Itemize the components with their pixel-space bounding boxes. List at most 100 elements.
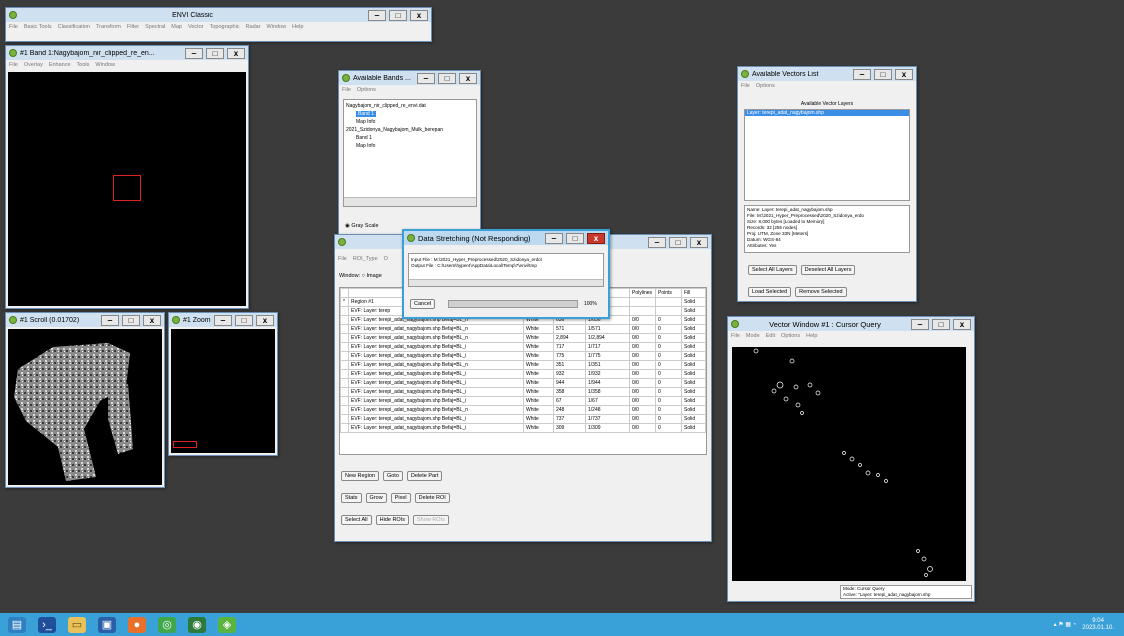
minimize-button[interactable]: ‒	[648, 236, 666, 248]
stats-button[interactable]: Stats	[341, 493, 362, 503]
table-row[interactable]: EVF: Layer: terepi_adat_nagybajom.shp Be…	[340, 405, 706, 415]
menu-enhance[interactable]: Enhance	[49, 62, 71, 68]
vector-layer-item[interactable]: Layer: terepi_adat_nagybajom.shp	[745, 110, 909, 116]
minimize-button[interactable]: ‒	[101, 314, 119, 326]
envi-icon[interactable]: ◉	[188, 616, 206, 633]
menu-options[interactable]: O	[384, 256, 388, 262]
file-explorer-icon[interactable]: ▭	[68, 616, 86, 633]
menu-topographic[interactable]: Topographic	[210, 24, 240, 30]
image-canvas[interactable]	[8, 72, 246, 306]
minimize-button[interactable]: ‒	[853, 68, 871, 80]
menu-file[interactable]: File	[9, 24, 18, 30]
clock[interactable]: 9:04 2023.01.10.	[1082, 618, 1114, 632]
maximize-button[interactable]: □	[932, 318, 950, 330]
server-manager-icon[interactable]: ▤	[8, 616, 26, 633]
table-row[interactable]: EVF: Layer: terepi_adat_nagybajom.shp Be…	[340, 369, 706, 379]
menu-filter[interactable]: Filter	[127, 24, 139, 30]
image-radio[interactable]: ○ Image	[362, 273, 382, 279]
table-row[interactable]: EVF: Layer: terepi_adat_nagybajom.shp Be…	[340, 396, 706, 406]
close-button[interactable]: x	[690, 236, 708, 248]
menu-file[interactable]: File	[342, 87, 351, 93]
table-row[interactable]: EVF: Layer: terepi_adat_nagybajom.shp Be…	[340, 324, 706, 334]
menu-spectral[interactable]: Spectral	[145, 24, 165, 30]
menu-vector[interactable]: Vector	[188, 24, 204, 30]
gray-scale-radio[interactable]: ◉ Gray Scale	[345, 223, 379, 229]
tree-file-1[interactable]: Nagybajom_nir_clipped_re_envi.dat	[346, 102, 474, 110]
load-selected-button[interactable]: Load Selected	[748, 287, 792, 297]
menu-classification[interactable]: Classification	[58, 24, 90, 30]
title-bar[interactable]: Available Vectors List ‒ □ x	[738, 67, 916, 81]
delete-roi-button[interactable]: Delete ROI	[414, 493, 450, 503]
maximize-button[interactable]: □	[874, 68, 892, 80]
minimize-button[interactable]: ‒	[911, 318, 929, 330]
close-button[interactable]: x	[143, 314, 161, 326]
maximize-button[interactable]: □	[566, 232, 584, 244]
menu-edit[interactable]: Edit	[766, 333, 775, 339]
close-button[interactable]: x	[227, 47, 245, 59]
menu-radar[interactable]: Radar	[246, 24, 261, 30]
pixel-button[interactable]: Pixel	[390, 493, 411, 503]
new-region-button[interactable]: New Region	[341, 471, 379, 481]
title-bar[interactable]: #1 Zoom [...‒□x	[169, 313, 277, 327]
minimize-button[interactable]: ‒	[545, 232, 563, 244]
title-bar[interactable]: #1 Band 1:Nagybajom_nir_clipped_re_en...…	[6, 46, 248, 60]
menu-file[interactable]: File	[9, 62, 18, 68]
cancel-button[interactable]: Cancel	[410, 299, 436, 309]
zoom-canvas[interactable]	[171, 329, 275, 453]
select-all-button[interactable]: Select All	[341, 515, 372, 525]
table-row[interactable]: EVF: Layer: terepi_adat_nagybajom.shp Be…	[340, 414, 706, 424]
firefox-icon[interactable]: ●	[128, 616, 146, 633]
table-row[interactable]: EVF: Layer: terepi_adat_nagybajom.shp Be…	[340, 378, 706, 388]
close-button[interactable]: x	[587, 232, 605, 244]
save-disk-icon[interactable]: ▣	[98, 616, 116, 633]
tree-file-2[interactable]: 2021_Szidonya_Nagybajom_Mulk_berepan	[346, 126, 474, 134]
menu-map[interactable]: Map	[171, 24, 182, 30]
menu-basic-tools[interactable]: Basic Tools	[24, 24, 52, 30]
maximize-button[interactable]: □	[669, 236, 687, 248]
tree-band[interactable]: Band 1	[346, 134, 474, 142]
menu-window[interactable]: Window	[95, 62, 115, 68]
close-button[interactable]: x	[459, 72, 477, 84]
menu-options[interactable]: Options	[781, 333, 800, 339]
menu-help[interactable]: Help	[806, 333, 817, 339]
zoom-box-indicator[interactable]	[113, 175, 141, 201]
maximize-button[interactable]: □	[122, 314, 140, 326]
table-row[interactable]: EVF: Layer: terepi_adat_nagybajom.shp Be…	[340, 333, 706, 343]
menu-mode[interactable]: Mode	[746, 333, 760, 339]
menu-file[interactable]: File	[338, 256, 347, 262]
maximize-button[interactable]: □	[389, 9, 407, 21]
menu-roi-type[interactable]: ROI_Type	[353, 256, 378, 262]
menu-options[interactable]: Options	[756, 83, 775, 89]
search-icon[interactable]: ◎	[158, 616, 176, 633]
menu-window[interactable]: Window	[267, 24, 287, 30]
close-button[interactable]: x	[953, 318, 971, 330]
table-row[interactable]: EVF: Layer: terepi_adat_nagybajom.shp Be…	[340, 342, 706, 352]
menu-help[interactable]: Help	[292, 24, 303, 30]
show-rois-button[interactable]: Show ROIs	[413, 515, 449, 525]
goto-button[interactable]: Goto	[382, 471, 403, 481]
tree-map-info[interactable]: Map Info	[346, 142, 474, 150]
table-row[interactable]: EVF: Layer: terepi_adat_nagybajom.shp Be…	[340, 387, 706, 397]
envi-classic-icon[interactable]: ◈	[218, 616, 236, 633]
menu-options[interactable]: Options	[357, 87, 376, 93]
title-bar[interactable]: ENVI Classic ‒ □ x	[6, 8, 431, 22]
remove-selected-button[interactable]: Remove Selected	[795, 287, 847, 297]
vector-canvas[interactable]	[732, 347, 966, 581]
delete-part-button[interactable]: Delete Part	[406, 471, 443, 481]
close-button[interactable]: x	[410, 9, 428, 21]
tree-map-info[interactable]: Map Info	[346, 118, 474, 126]
close-button[interactable]: x	[256, 314, 274, 326]
minimize-button[interactable]: ‒	[417, 72, 435, 84]
maximize-button[interactable]: □	[206, 47, 224, 59]
zoom-control-marker[interactable]	[173, 441, 197, 448]
horizontal-scrollbar[interactable]	[344, 197, 476, 206]
tree-band[interactable]: Band 1	[346, 110, 474, 118]
deselect-all-layers-button[interactable]: Deselect All Layers	[800, 265, 856, 275]
minimize-button[interactable]: ‒	[214, 314, 232, 326]
table-row[interactable]: EVF: Layer: terepi_adat_nagybajom.shp Be…	[340, 423, 706, 433]
menu-transform[interactable]: Transform	[96, 24, 121, 30]
title-bar[interactable]: Vector Window #1 : Cursor Query ‒ □ x	[728, 317, 974, 331]
horizontal-scrollbar[interactable]	[409, 279, 603, 286]
table-row[interactable]: EVF: Layer: terepi_adat_nagybajom.shp Be…	[340, 360, 706, 370]
tray-icons[interactable]: ▴ ⚑ ▦ ◔	[1054, 621, 1077, 628]
